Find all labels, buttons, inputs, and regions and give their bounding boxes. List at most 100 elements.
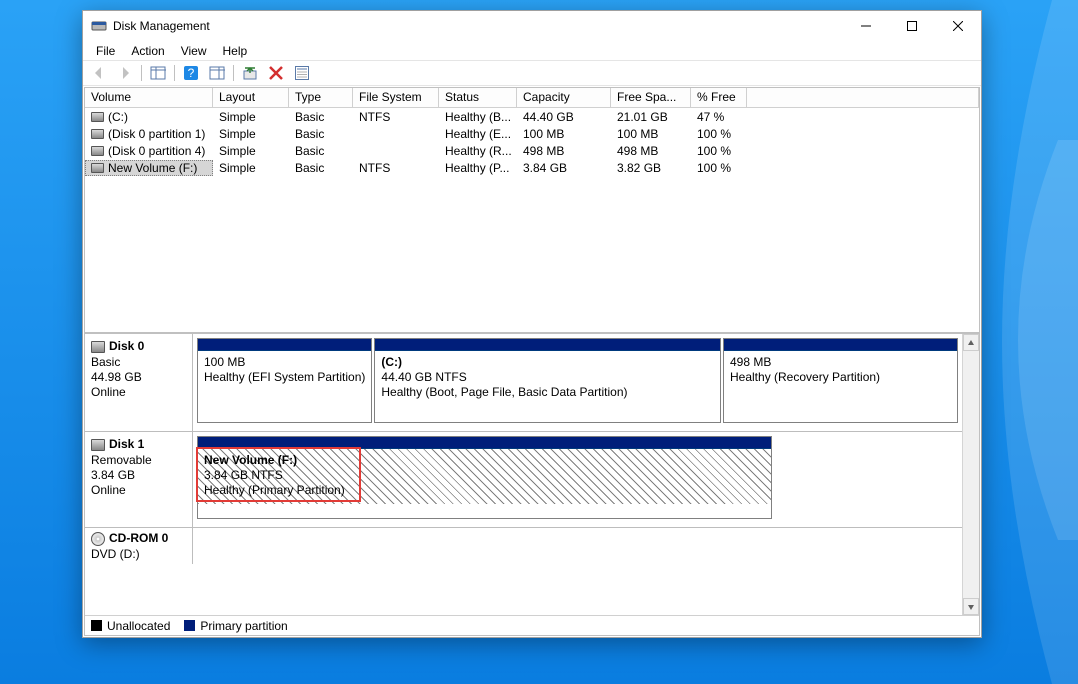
disk-row-disk1[interactable]: Disk 1 Removable 3.84 GB Online New Volu… xyxy=(85,432,962,528)
swatch-unallocated xyxy=(91,620,102,631)
legend-label: Primary partition xyxy=(200,619,287,633)
partition-size: 100 MB xyxy=(204,355,365,370)
col-layout[interactable]: Layout xyxy=(213,88,289,107)
partition-strip: 100 MB Healthy (EFI System Partition) (C… xyxy=(193,334,962,431)
volume-name: (Disk 0 partition 4) xyxy=(108,144,205,158)
menu-action[interactable]: Action xyxy=(124,42,171,60)
app-icon xyxy=(91,18,107,34)
cell: Simple xyxy=(213,143,289,159)
col-volume[interactable]: Volume xyxy=(85,88,213,107)
volume-list-body: (C:) Simple Basic NTFS Healthy (B... 44.… xyxy=(85,108,979,332)
disk-row-cdrom[interactable]: CD-ROM 0 DVD (D:) xyxy=(85,528,962,564)
column-headers[interactable]: Volume Layout Type File System Status Ca… xyxy=(85,88,979,108)
disk-state: Online xyxy=(91,385,186,400)
scroll-down-button[interactable] xyxy=(963,598,979,615)
disk-row-disk0[interactable]: Disk 0 Basic 44.98 GB Online 100 MB Heal… xyxy=(85,334,962,432)
disk-icon xyxy=(91,163,104,173)
partition-header xyxy=(198,339,371,351)
cell: Healthy (E... xyxy=(439,126,517,142)
disk-icon xyxy=(91,146,104,156)
cell: Simple xyxy=(213,126,289,142)
partition-status: Healthy (Primary Partition) xyxy=(204,483,765,498)
list-item[interactable]: (Disk 0 partition 1) Simple Basic Health… xyxy=(85,125,979,142)
col-spacer xyxy=(747,88,979,107)
scroll-up-button[interactable] xyxy=(963,334,979,351)
titlebar[interactable]: Disk Management xyxy=(83,11,981,41)
partition-efi[interactable]: 100 MB Healthy (EFI System Partition) xyxy=(197,338,372,423)
toolbar-separator xyxy=(172,62,177,84)
partition-status: Healthy (Recovery Partition) xyxy=(730,370,951,385)
col-free[interactable]: Free Spa... xyxy=(611,88,691,107)
disk-label: CD-ROM 0 xyxy=(109,531,168,546)
partition-title: New Volume (F:) xyxy=(204,453,765,468)
show-hide-action-pane-button[interactable] xyxy=(205,62,229,84)
cell: 3.82 GB xyxy=(611,160,691,176)
scrollbar-track[interactable] xyxy=(963,351,979,598)
menu-file[interactable]: File xyxy=(89,42,122,60)
disk-icon xyxy=(91,129,104,139)
cell: Basic xyxy=(289,143,353,159)
disk-icon xyxy=(91,112,104,122)
partition-body: 498 MB Healthy (Recovery Partition) xyxy=(724,351,957,391)
cd-icon xyxy=(91,532,105,546)
disk-graphic-scroll[interactable]: Disk 0 Basic 44.98 GB Online 100 MB Heal… xyxy=(85,334,962,615)
volume-list[interactable]: Volume Layout Type File System Status Ca… xyxy=(85,88,979,334)
cell xyxy=(353,150,439,152)
partition-c[interactable]: (C:) 44.40 GB NTFS Healthy (Boot, Page F… xyxy=(374,338,721,423)
close-button[interactable] xyxy=(935,12,981,40)
minimize-button[interactable] xyxy=(843,12,889,40)
list-item[interactable]: (Disk 0 partition 4) Simple Basic Health… xyxy=(85,142,979,159)
toolbar-separator xyxy=(231,62,236,84)
partition-new-volume-f[interactable]: New Volume (F:) 3.84 GB NTFS Healthy (Pr… xyxy=(197,436,772,519)
list-item[interactable]: (C:) Simple Basic NTFS Healthy (B... 44.… xyxy=(85,108,979,125)
legend: Unallocated Primary partition xyxy=(85,615,979,635)
disk-info-panel[interactable]: Disk 1 Removable 3.84 GB Online xyxy=(85,432,193,527)
disk-management-window: Disk Management File Action View Help ? … xyxy=(82,10,982,638)
partition-recovery[interactable]: 498 MB Healthy (Recovery Partition) xyxy=(723,338,958,423)
disk-type: Basic xyxy=(91,355,186,370)
cell: Healthy (B... xyxy=(439,109,517,125)
properties-button[interactable] xyxy=(290,62,314,84)
col-fs[interactable]: File System xyxy=(353,88,439,107)
partition-size: 3.84 GB NTFS xyxy=(204,468,765,483)
back-button[interactable] xyxy=(87,62,111,84)
delete-button[interactable] xyxy=(264,62,288,84)
cell: NTFS xyxy=(353,160,439,176)
col-pctfree[interactable]: % Free xyxy=(691,88,747,107)
disk-icon xyxy=(91,341,105,353)
disk-size: 44.98 GB xyxy=(91,370,186,385)
partition-body: New Volume (F:) 3.84 GB NTFS Healthy (Pr… xyxy=(198,449,771,504)
partition-size: 44.40 GB NTFS xyxy=(381,370,714,385)
cell: 100 % xyxy=(691,126,747,142)
partition-body: 100 MB Healthy (EFI System Partition) xyxy=(198,351,371,391)
disk-info-panel[interactable]: CD-ROM 0 DVD (D:) xyxy=(85,528,193,564)
cell xyxy=(353,133,439,135)
cell: Simple xyxy=(213,160,289,176)
cell: 100 MB xyxy=(611,126,691,142)
col-status[interactable]: Status xyxy=(439,88,517,107)
maximize-button[interactable] xyxy=(889,12,935,40)
menu-help[interactable]: Help xyxy=(216,42,255,60)
partition-title: (C:) xyxy=(381,355,714,370)
cell: NTFS xyxy=(353,109,439,125)
toolbar: ? xyxy=(83,60,981,86)
disk-state: Online xyxy=(91,483,186,498)
disk-type: DVD (D:) xyxy=(91,547,186,562)
forward-button[interactable] xyxy=(113,62,137,84)
list-item[interactable]: New Volume (F:) Simple Basic NTFS Health… xyxy=(85,159,979,176)
disk-info-panel[interactable]: Disk 0 Basic 44.98 GB Online xyxy=(85,334,193,431)
explore-button[interactable] xyxy=(238,62,262,84)
window-title: Disk Management xyxy=(113,19,843,33)
cell: 100 MB xyxy=(517,126,611,142)
col-capacity[interactable]: Capacity xyxy=(517,88,611,107)
show-hide-console-tree-button[interactable] xyxy=(146,62,170,84)
help-button[interactable]: ? xyxy=(179,62,203,84)
vertical-scrollbar[interactable] xyxy=(962,334,979,615)
col-type[interactable]: Type xyxy=(289,88,353,107)
cell: 100 % xyxy=(691,143,747,159)
toolbar-separator xyxy=(139,62,144,84)
menubar: File Action View Help xyxy=(83,41,981,60)
menu-view[interactable]: View xyxy=(174,42,214,60)
disk-type: Removable xyxy=(91,453,186,468)
cell: 47 % xyxy=(691,109,747,125)
